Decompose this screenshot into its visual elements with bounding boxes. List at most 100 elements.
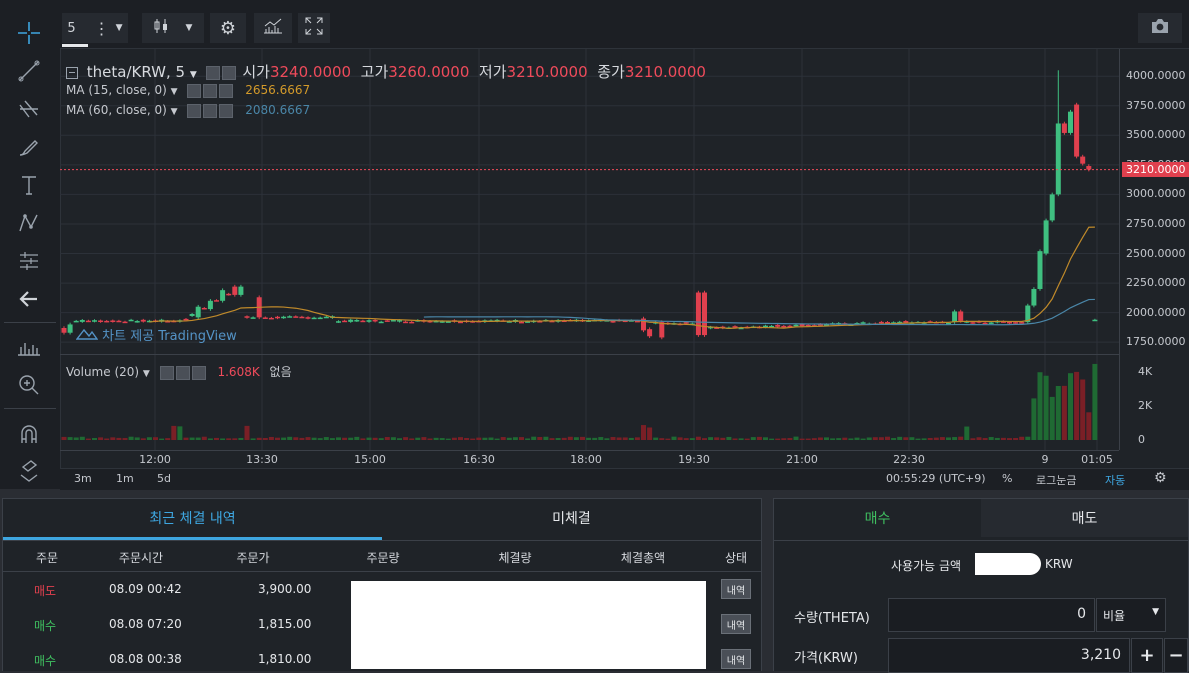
volume-bar bbox=[567, 436, 573, 440]
open-value: 3240.0000 bbox=[269, 63, 352, 81]
back-arrow-icon[interactable] bbox=[10, 284, 48, 314]
volume-bar bbox=[384, 437, 390, 440]
zoom-icon[interactable] bbox=[10, 370, 48, 400]
ma60-value: 2080.6667 bbox=[245, 103, 311, 117]
detail-button[interactable]: 내역 bbox=[721, 579, 751, 599]
candle-body bbox=[1049, 194, 1055, 221]
volume-tick-label: 4K bbox=[1138, 365, 1153, 378]
ma60-label[interactable]: MA (60, close, 0) bbox=[66, 103, 167, 117]
settings-button[interactable]: ⚙ bbox=[210, 13, 246, 43]
volume-bar bbox=[1061, 385, 1067, 440]
chevron-down-icon[interactable]: ▼ bbox=[171, 107, 178, 117]
chevron-down-icon: ▼ bbox=[115, 23, 123, 33]
drawing-toolbar bbox=[0, 0, 61, 489]
close-icon[interactable] bbox=[219, 83, 234, 98]
lock-icon[interactable] bbox=[10, 456, 48, 486]
collapse-icon[interactable] bbox=[66, 66, 78, 79]
candle-body bbox=[1061, 123, 1067, 133]
volume-bar bbox=[927, 437, 933, 440]
tab-recent-trades[interactable]: 최근 체결 내역 bbox=[3, 499, 382, 537]
visibility-icon[interactable] bbox=[159, 365, 174, 380]
range-3m[interactable]: 3m bbox=[74, 472, 92, 485]
gear-icon[interactable] bbox=[175, 365, 190, 380]
price-increase-button[interactable]: + bbox=[1131, 638, 1163, 673]
volume-bar bbox=[647, 427, 653, 440]
range-1m[interactable]: 1m bbox=[116, 472, 134, 485]
percent-toggle[interactable]: % bbox=[1002, 472, 1012, 485]
chevron-down-icon[interactable]: ▼ bbox=[171, 87, 178, 97]
quantity-input[interactable]: 0 bbox=[888, 598, 1095, 632]
range-5d[interactable]: 5d bbox=[157, 472, 171, 485]
ratio-select[interactable]: 비율 ▼ bbox=[1096, 598, 1166, 632]
close-icon[interactable] bbox=[191, 365, 206, 380]
screenshot-button[interactable] bbox=[1138, 13, 1182, 43]
chevron-down-icon[interactable]: ▼ bbox=[190, 70, 197, 80]
order-side: 매수 bbox=[34, 619, 57, 633]
detail-button[interactable]: 내역 bbox=[721, 614, 751, 634]
measure-icon[interactable] bbox=[10, 246, 48, 276]
divider bbox=[3, 540, 761, 541]
chevron-down-icon[interactable]: ▼ bbox=[143, 369, 150, 379]
auto-scale-toggle[interactable]: 자동 bbox=[1105, 472, 1125, 488]
ruler-icon[interactable] bbox=[10, 332, 48, 362]
price-input[interactable]: 3,210 bbox=[888, 638, 1130, 673]
close-icon[interactable] bbox=[219, 103, 234, 118]
gear-icon[interactable]: ⚙ bbox=[1154, 470, 1167, 486]
volume-bar bbox=[104, 438, 110, 440]
gear-icon[interactable] bbox=[221, 65, 236, 80]
volume-bar bbox=[897, 436, 903, 440]
interval-selector[interactable]: 5 ⋮ ▼ bbox=[62, 13, 128, 43]
available-label: 사용가능 금액 bbox=[891, 559, 962, 573]
visibility-icon[interactable] bbox=[205, 65, 220, 80]
detail-button[interactable]: 내역 bbox=[721, 649, 751, 669]
tab-sell[interactable]: 매도 bbox=[981, 499, 1188, 537]
brush-icon[interactable] bbox=[10, 132, 48, 162]
utc-clock[interactable]: 00:55:29 (UTC+9) bbox=[886, 472, 986, 485]
price-decrease-button[interactable]: − bbox=[1164, 638, 1188, 673]
volume-bar bbox=[909, 437, 915, 440]
candle-body bbox=[214, 300, 219, 302]
chart-bottom-bar: 3m 1m 5d 00:55:29 (UTC+9) % 로그눈금 자동 ⚙ bbox=[60, 468, 1189, 490]
volume-bar bbox=[397, 438, 402, 440]
gear-icon[interactable] bbox=[203, 103, 218, 118]
gear-icon[interactable] bbox=[203, 83, 218, 98]
open-label: 시가 bbox=[242, 63, 270, 81]
volume-bar bbox=[415, 437, 421, 440]
pattern-icon[interactable] bbox=[10, 208, 48, 238]
candle-body bbox=[695, 292, 701, 336]
symbol-label[interactable]: theta/KRW, 5 bbox=[87, 63, 185, 81]
volume-tick-label: 0 bbox=[1138, 433, 1145, 446]
tab-open-orders[interactable]: 미체결 bbox=[382, 499, 761, 537]
indicators-button[interactable] bbox=[254, 13, 292, 43]
candle-body bbox=[85, 320, 91, 323]
volume-bar bbox=[811, 438, 817, 440]
volume-label[interactable]: Volume (20) bbox=[66, 365, 139, 379]
text-icon[interactable] bbox=[10, 170, 48, 200]
tab-buy[interactable]: 매수 bbox=[774, 499, 981, 537]
crosshair-icon[interactable] bbox=[10, 18, 48, 48]
candle-body bbox=[201, 307, 207, 310]
chart-style-button[interactable]: ▼ bbox=[142, 13, 204, 43]
trendline-icon[interactable] bbox=[10, 56, 48, 86]
fullscreen-button[interactable] bbox=[298, 13, 330, 43]
time-axis[interactable]: 12:00 13:30 15:00 16:30 18:00 19:30 21:00 22:30… bbox=[60, 450, 1119, 469]
candle-body bbox=[342, 320, 348, 323]
magnet-icon[interactable] bbox=[10, 420, 48, 450]
ma15-label[interactable]: MA (15, close, 0) bbox=[66, 83, 167, 97]
visibility-icon[interactable] bbox=[187, 103, 202, 118]
visibility-icon[interactable] bbox=[187, 83, 202, 98]
candle-body bbox=[1068, 111, 1073, 133]
volume-bar bbox=[238, 437, 244, 440]
candle-body bbox=[354, 320, 360, 322]
high-label: 고가 bbox=[360, 63, 389, 81]
volume-bar bbox=[73, 437, 79, 440]
vertical-dots-icon[interactable]: ⋮ bbox=[94, 19, 110, 38]
log-scale-toggle[interactable]: 로그눈금 bbox=[1036, 472, 1076, 488]
fib-icon[interactable] bbox=[10, 94, 48, 124]
volume-bar bbox=[580, 436, 585, 440]
candle-body bbox=[73, 320, 79, 323]
time-tick-label: 22:30 bbox=[893, 453, 925, 466]
candle-body bbox=[323, 316, 329, 319]
volume-tick-label: 2K bbox=[1138, 399, 1153, 412]
price-axis[interactable]: 4000.00003750.00003500.00003250.00003000… bbox=[1119, 49, 1189, 450]
